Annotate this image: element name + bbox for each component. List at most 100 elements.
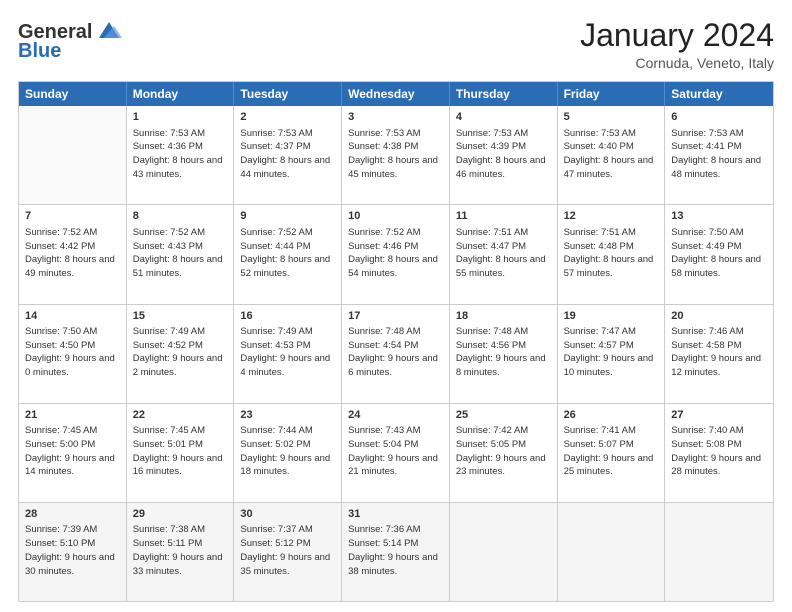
day-info: Sunrise: 7:38 AM Sunset: 5:11 PM Dayligh… — [133, 523, 228, 578]
day-number: 4 — [456, 110, 551, 125]
day-info: Sunrise: 7:44 AM Sunset: 5:02 PM Dayligh… — [240, 424, 335, 479]
calendar-cell: 22Sunrise: 7:45 AM Sunset: 5:01 PM Dayli… — [127, 404, 235, 502]
day-info: Sunrise: 7:53 AM Sunset: 4:36 PM Dayligh… — [133, 127, 228, 182]
calendar-cell: 2 Sunrise: 7:53 AM Sunset: 4:37 PM Daylig… — [234, 106, 342, 204]
calendar-cell: 11 Sunrise: 7:51 AM Sunset: 4:47 PM Dayli… — [450, 205, 558, 303]
calendar-header-cell: Thursday — [450, 82, 558, 106]
calendar-header-cell: Monday — [127, 82, 235, 106]
logo-blue: Blue — [18, 40, 61, 63]
calendar-body: 1 Sunrise: 7:53 AM Sunset: 4:36 PM Daylig… — [19, 106, 773, 601]
day-info: Sunrise: 7:48 AM Sunset: 4:56 PM Dayligh… — [456, 325, 551, 380]
day-number: 26 — [564, 408, 659, 423]
day-number: 3 — [348, 110, 443, 125]
day-info: Sunrise: 7:53 AM Sunset: 4:39 PM Dayligh… — [456, 127, 551, 182]
day-info: Sunrise: 7:49 AM Sunset: 4:52 PM Dayligh… — [133, 325, 228, 380]
calendar-cell: 30Sunrise: 7:37 AM Sunset: 5:12 PM Dayli… — [234, 503, 342, 601]
day-number: 25 — [456, 408, 551, 423]
day-number: 27 — [671, 408, 767, 423]
day-number: 11 — [456, 209, 551, 224]
calendar-cell: 16Sunrise: 7:49 AM Sunset: 4:53 PM Dayli… — [234, 305, 342, 403]
main-title: January 2024 — [580, 18, 774, 53]
calendar-cell: 17Sunrise: 7:48 AM Sunset: 4:54 PM Dayli… — [342, 305, 450, 403]
day-number: 21 — [25, 408, 120, 423]
calendar-cell: 15Sunrise: 7:49 AM Sunset: 4:52 PM Dayli… — [127, 305, 235, 403]
day-number: 5 — [564, 110, 659, 125]
day-number: 2 — [240, 110, 335, 125]
day-number: 14 — [25, 309, 120, 324]
calendar-cell: 28Sunrise: 7:39 AM Sunset: 5:10 PM Dayli… — [19, 503, 127, 601]
calendar-header-cell: Sunday — [19, 82, 127, 106]
day-number: 13 — [671, 209, 767, 224]
day-info: Sunrise: 7:50 AM Sunset: 4:49 PM Dayligh… — [671, 226, 767, 281]
day-number: 17 — [348, 309, 443, 324]
calendar-cell — [19, 106, 127, 204]
day-info: Sunrise: 7:49 AM Sunset: 4:53 PM Dayligh… — [240, 325, 335, 380]
subtitle: Cornuda, Veneto, Italy — [580, 55, 774, 71]
day-info: Sunrise: 7:51 AM Sunset: 4:48 PM Dayligh… — [564, 226, 659, 281]
day-info: Sunrise: 7:52 AM Sunset: 4:46 PM Dayligh… — [348, 226, 443, 281]
logo-icon — [94, 18, 124, 42]
day-number: 30 — [240, 507, 335, 522]
calendar-cell — [558, 503, 666, 601]
day-info: Sunrise: 7:37 AM Sunset: 5:12 PM Dayligh… — [240, 523, 335, 578]
day-number: 8 — [133, 209, 228, 224]
calendar-cell: 9Sunrise: 7:52 AM Sunset: 4:44 PM Daylig… — [234, 205, 342, 303]
calendar-cell — [450, 503, 558, 601]
day-info: Sunrise: 7:41 AM Sunset: 5:07 PM Dayligh… — [564, 424, 659, 479]
calendar-header-cell: Wednesday — [342, 82, 450, 106]
day-info: Sunrise: 7:52 AM Sunset: 4:42 PM Dayligh… — [25, 226, 120, 281]
calendar-cell: 7 Sunrise: 7:52 AM Sunset: 4:42 PM Daylig… — [19, 205, 127, 303]
calendar-cell: 27Sunrise: 7:40 AM Sunset: 5:08 PM Dayli… — [665, 404, 773, 502]
calendar-cell: 29Sunrise: 7:38 AM Sunset: 5:11 PM Dayli… — [127, 503, 235, 601]
logo: General Blue — [18, 18, 124, 63]
calendar-cell: 18Sunrise: 7:48 AM Sunset: 4:56 PM Dayli… — [450, 305, 558, 403]
calendar-cell: 24Sunrise: 7:43 AM Sunset: 5:04 PM Dayli… — [342, 404, 450, 502]
calendar-cell: 10Sunrise: 7:52 AM Sunset: 4:46 PM Dayli… — [342, 205, 450, 303]
day-number: 29 — [133, 507, 228, 522]
day-info: Sunrise: 7:36 AM Sunset: 5:14 PM Dayligh… — [348, 523, 443, 578]
day-number: 7 — [25, 209, 120, 224]
day-info: Sunrise: 7:52 AM Sunset: 4:43 PM Dayligh… — [133, 226, 228, 281]
day-number: 6 — [671, 110, 767, 125]
day-number: 16 — [240, 309, 335, 324]
day-number: 23 — [240, 408, 335, 423]
day-number: 1 — [133, 110, 228, 125]
calendar-cell: 20Sunrise: 7:46 AM Sunset: 4:58 PM Dayli… — [665, 305, 773, 403]
calendar-row: 21Sunrise: 7:45 AM Sunset: 5:00 PM Dayli… — [19, 403, 773, 502]
day-number: 19 — [564, 309, 659, 324]
calendar-cell: 23Sunrise: 7:44 AM Sunset: 5:02 PM Dayli… — [234, 404, 342, 502]
calendar-row: 14Sunrise: 7:50 AM Sunset: 4:50 PM Dayli… — [19, 304, 773, 403]
day-info: Sunrise: 7:53 AM Sunset: 4:41 PM Dayligh… — [671, 127, 767, 182]
calendar-cell: 13 Sunrise: 7:50 AM Sunset: 4:49 PM Dayli… — [665, 205, 773, 303]
calendar-cell: 31Sunrise: 7:36 AM Sunset: 5:14 PM Dayli… — [342, 503, 450, 601]
day-number: 31 — [348, 507, 443, 522]
calendar-cell — [665, 503, 773, 601]
day-number: 20 — [671, 309, 767, 324]
page: General Blue January 2024 Cornuda, Venet… — [0, 0, 792, 612]
day-info: Sunrise: 7:51 AM Sunset: 4:47 PM Dayligh… — [456, 226, 551, 281]
calendar-row: 7 Sunrise: 7:52 AM Sunset: 4:42 PM Daylig… — [19, 204, 773, 303]
day-number: 12 — [564, 209, 659, 224]
day-number: 18 — [456, 309, 551, 324]
day-number: 28 — [25, 507, 120, 522]
day-number: 9 — [240, 209, 335, 224]
day-number: 22 — [133, 408, 228, 423]
calendar-cell: 26Sunrise: 7:41 AM Sunset: 5:07 PM Dayli… — [558, 404, 666, 502]
calendar-row: 1 Sunrise: 7:53 AM Sunset: 4:36 PM Daylig… — [19, 106, 773, 204]
day-info: Sunrise: 7:53 AM Sunset: 4:37 PM Dayligh… — [240, 127, 335, 182]
day-number: 24 — [348, 408, 443, 423]
calendar-header-cell: Friday — [558, 82, 666, 106]
day-info: Sunrise: 7:43 AM Sunset: 5:04 PM Dayligh… — [348, 424, 443, 479]
day-info: Sunrise: 7:42 AM Sunset: 5:05 PM Dayligh… — [456, 424, 551, 479]
calendar-cell: 14Sunrise: 7:50 AM Sunset: 4:50 PM Dayli… — [19, 305, 127, 403]
day-info: Sunrise: 7:47 AM Sunset: 4:57 PM Dayligh… — [564, 325, 659, 380]
calendar-cell: 19Sunrise: 7:47 AM Sunset: 4:57 PM Dayli… — [558, 305, 666, 403]
day-info: Sunrise: 7:53 AM Sunset: 4:40 PM Dayligh… — [564, 127, 659, 182]
calendar-cell: 1 Sunrise: 7:53 AM Sunset: 4:36 PM Daylig… — [127, 106, 235, 204]
day-info: Sunrise: 7:45 AM Sunset: 5:01 PM Dayligh… — [133, 424, 228, 479]
day-info: Sunrise: 7:50 AM Sunset: 4:50 PM Dayligh… — [25, 325, 120, 380]
calendar-cell: 25Sunrise: 7:42 AM Sunset: 5:05 PM Dayli… — [450, 404, 558, 502]
day-info: Sunrise: 7:40 AM Sunset: 5:08 PM Dayligh… — [671, 424, 767, 479]
calendar: SundayMondayTuesdayWednesdayThursdayFrid… — [18, 81, 774, 602]
calendar-header-cell: Tuesday — [234, 82, 342, 106]
